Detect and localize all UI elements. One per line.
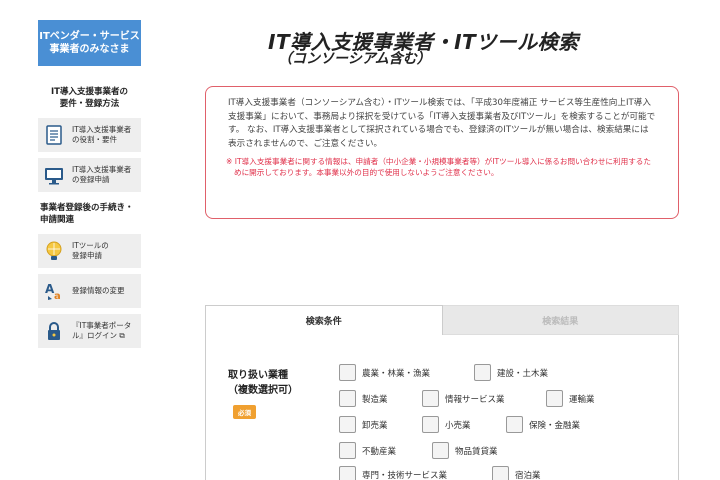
sidebar-item-info-change[interactable]: A a 登録情報の変更 xyxy=(38,274,141,308)
sidebar-item-label: ITツールの 登録申請 xyxy=(72,241,109,260)
notice-box: IT導入支援事業者（コンソーシアム含む）・ITツール検索では、「平成30年度補正… xyxy=(205,86,679,219)
checkbox-label: 保険・金融業 xyxy=(529,420,581,431)
checkbox-box[interactable] xyxy=(432,442,449,459)
checkbox-rental[interactable]: 物品賃貸業 xyxy=(432,442,498,459)
notice-text: IT導入支援事業者（コンソーシアム含む）・ITツール検索では、「平成30年度補正… xyxy=(228,98,656,149)
sidebar-item-label: 登録情報の変更 xyxy=(72,286,125,295)
sidebar-item-tool-registration[interactable]: ITツールの 登録申請 xyxy=(38,234,141,268)
tab-search-conditions[interactable]: 検索条件 xyxy=(205,305,443,335)
svg-text:a: a xyxy=(54,291,61,302)
checkbox-box[interactable] xyxy=(339,466,356,480)
checkbox-label: 製造業 xyxy=(362,394,388,405)
checkbox-retail[interactable]: 小売業 xyxy=(422,416,471,433)
checkbox-info-services[interactable]: 情報サービス業 xyxy=(422,390,505,407)
checkbox-label: 小売業 xyxy=(445,420,471,431)
checkbox-accommodation[interactable]: 宿泊業 xyxy=(492,466,541,480)
monitor-icon xyxy=(42,163,66,187)
search-tabs: 検索条件 検索結果 xyxy=(205,305,679,335)
sidebar: ITベンダー・サービス 事業者のみなさま IT導入支援事業者の 要件・登録方法 … xyxy=(38,20,141,348)
sidebar-item-label: IT導入支援事業者 の役割・要件 xyxy=(72,125,132,144)
checkbox-box[interactable] xyxy=(339,416,356,433)
checkbox-label: 建設・土木業 xyxy=(497,368,549,379)
sidebar-item-registration[interactable]: IT導入支援事業者 の登録申請 xyxy=(38,158,141,192)
page-subtitle: （コンソーシアム含む） xyxy=(278,51,431,67)
checkbox-box[interactable] xyxy=(492,466,509,480)
section-procedures-title: 事業者登録後の手続き・ 申請関連 xyxy=(40,203,134,225)
checkbox-box[interactable] xyxy=(546,390,563,407)
lightbulb-icon xyxy=(42,239,66,263)
text-edit-icon: A a xyxy=(42,279,66,303)
checkbox-construction[interactable]: 建設・土木業 xyxy=(474,364,548,381)
checkbox-box[interactable] xyxy=(506,416,523,433)
checkbox-box[interactable] xyxy=(422,416,439,433)
notice-warning: ※ IT導入支援事業者に関する情報は、申請者（中小企業・小規模事業者等）がITツ… xyxy=(226,157,651,177)
vendor-button-label: ITベンダー・サービス 事業者のみなさま xyxy=(39,31,140,55)
sidebar-item-portal-login[interactable]: 『IT事業者ポータ ル』ログイン ⧉ xyxy=(38,314,141,348)
section-requirements-menu: IT導入支援事業者 の役割・要件 IT導入支援事業者 の登録申請 xyxy=(38,118,141,192)
checkbox-manufacturing[interactable]: 製造業 xyxy=(339,390,388,407)
section-requirements-title: IT導入支援事業者の 要件・登録方法 xyxy=(51,87,128,109)
checkbox-label: 不動産業 xyxy=(362,446,397,457)
sidebar-item-label: IT導入支援事業者 の登録申請 xyxy=(72,165,132,184)
vendor-button[interactable]: ITベンダー・サービス 事業者のみなさま xyxy=(38,20,141,66)
section-procedures-menu: ITツールの 登録申請 A a 登録情報の変更 『IT事業者ポータ ル』ログイン xyxy=(38,234,141,348)
checkbox-box[interactable] xyxy=(339,442,356,459)
document-icon xyxy=(42,123,66,147)
lock-icon xyxy=(42,319,66,343)
sidebar-item-label: 『IT事業者ポータ ル』ログイン ⧉ xyxy=(72,321,132,340)
required-badge: 必須 xyxy=(233,405,256,419)
industry-label: 取り扱い業種 （複数選択可） xyxy=(228,370,298,396)
checkbox-label: 物品賃貸業 xyxy=(455,446,498,457)
checkbox-label: 情報サービス業 xyxy=(445,394,505,405)
checkbox-agriculture[interactable]: 農業・林業・漁業 xyxy=(339,364,430,381)
checkbox-label: 運輸業 xyxy=(569,394,595,405)
checkbox-insurance-finance[interactable]: 保険・金融業 xyxy=(506,416,580,433)
checkbox-box[interactable] xyxy=(474,364,491,381)
tab-search-results[interactable]: 検索結果 xyxy=(442,305,679,335)
checkbox-label: 宿泊業 xyxy=(515,470,541,480)
checkbox-box[interactable] xyxy=(422,390,439,407)
checkbox-label: 卸売業 xyxy=(362,420,388,431)
checkbox-label: 専門・技術サービス業 xyxy=(362,470,448,480)
checkbox-real-estate[interactable]: 不動産業 xyxy=(339,442,396,459)
checkbox-box[interactable] xyxy=(339,390,356,407)
checkbox-wholesale[interactable]: 卸売業 xyxy=(339,416,388,433)
checkbox-label: 農業・林業・漁業 xyxy=(362,368,431,379)
checkbox-box[interactable] xyxy=(339,364,356,381)
checkbox-professional-services[interactable]: 専門・技術サービス業 xyxy=(339,466,447,480)
checkbox-transport[interactable]: 運輸業 xyxy=(546,390,595,407)
sidebar-item-role-requirements[interactable]: IT導入支援事業者 の役割・要件 xyxy=(38,118,141,152)
